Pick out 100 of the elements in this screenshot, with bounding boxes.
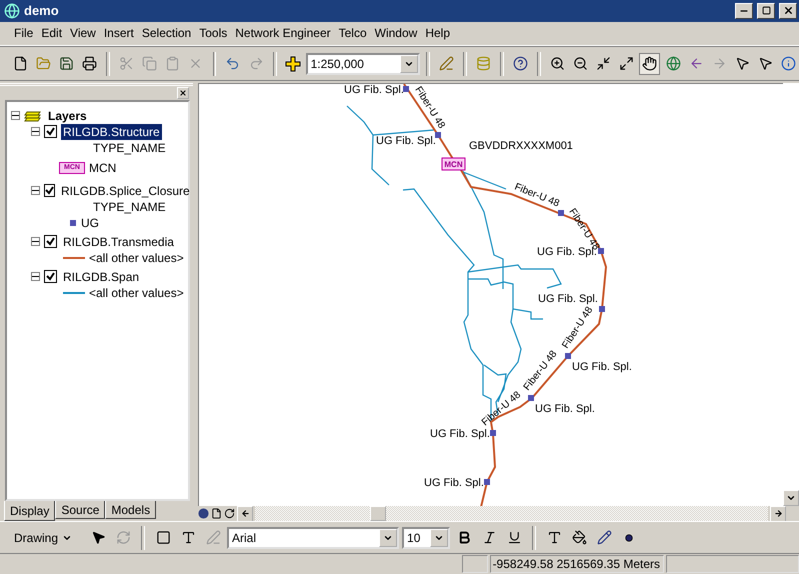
hand-icon xyxy=(642,56,658,72)
zoom-in-icon xyxy=(550,56,566,72)
layout-view-icon[interactable] xyxy=(211,508,222,520)
italic-icon xyxy=(482,530,497,546)
text-icon xyxy=(180,530,196,546)
menu-item[interactable]: Insert xyxy=(100,24,138,42)
menu-item[interactable]: Network Engineer xyxy=(231,24,335,42)
right-arrow-icon xyxy=(774,509,782,518)
refresh-icon[interactable] xyxy=(224,508,235,520)
layer-checkbox[interactable] xyxy=(44,184,55,198)
zoom-out-icon xyxy=(573,56,588,72)
legend-label: <all other values> xyxy=(89,250,184,265)
collapse-button[interactable] xyxy=(31,237,40,246)
close-button[interactable] xyxy=(177,87,189,100)
layer-name[interactable]: RILGDB.Transmedia xyxy=(61,234,176,250)
splice-label: UG Fib. Spl. xyxy=(538,293,598,306)
splice-label: UG Fib. Spl. xyxy=(344,84,404,96)
data-view-icon[interactable] xyxy=(198,508,209,520)
underline-icon xyxy=(506,530,522,546)
scroll-thumb[interactable] xyxy=(370,506,386,522)
panel-tab[interactable]: Source xyxy=(55,501,106,520)
drawing-menu[interactable]: Drawing xyxy=(10,528,76,547)
scroll-down-button[interactable] xyxy=(783,490,799,506)
page-icon xyxy=(13,56,28,72)
left-arrow-icon xyxy=(240,509,250,518)
check-icon xyxy=(45,186,54,196)
database-icon xyxy=(476,56,492,72)
layers-icon xyxy=(24,108,42,123)
layer-name[interactable]: RILGDB.Splice_Closure xyxy=(59,182,192,199)
restore-button[interactable] xyxy=(757,2,775,19)
splice-label: UG Fib. Spl. xyxy=(376,135,436,148)
dot-icon xyxy=(625,534,634,542)
rotate-icon xyxy=(116,530,131,546)
layer-checkbox[interactable] xyxy=(44,235,57,248)
splice-label: UG Fib. Spl. xyxy=(535,403,595,416)
layer-checkbox[interactable] xyxy=(44,270,57,284)
menu-item[interactable]: Selection xyxy=(138,24,196,42)
window-title: demo xyxy=(24,3,60,18)
splice-label: UG Fib. Spl. xyxy=(430,428,490,440)
redo-icon xyxy=(248,56,264,72)
field-name: TYPE_NAME xyxy=(93,140,166,155)
font-color-icon xyxy=(546,530,562,546)
menu-item[interactable]: Tools xyxy=(195,24,232,42)
splice-point xyxy=(490,430,496,436)
menu-item[interactable]: Telco xyxy=(334,24,371,42)
vertices-icon xyxy=(206,530,221,546)
menu-item[interactable]: Help xyxy=(421,24,454,42)
printer-icon xyxy=(82,56,98,72)
outward-arrows-icon xyxy=(619,56,634,72)
menu-item[interactable]: File xyxy=(10,24,38,42)
menu-item[interactable]: Window xyxy=(370,24,422,42)
close-icon xyxy=(179,89,187,98)
pointer-icon xyxy=(758,56,773,72)
splice-point xyxy=(558,210,564,216)
copy-icon xyxy=(142,56,158,72)
layer-checkbox[interactable] xyxy=(44,125,57,138)
splice-label: UG Fib. Spl. xyxy=(424,477,484,490)
check-icon xyxy=(46,127,55,136)
plus-icon xyxy=(285,56,302,72)
legend-label: <all other values> xyxy=(89,286,184,300)
splice-point xyxy=(403,86,409,92)
horizontal-scrollbar[interactable] xyxy=(255,506,768,522)
help-icon xyxy=(513,56,528,72)
splice-point xyxy=(598,248,604,254)
panel-tab[interactable]: Models xyxy=(105,501,156,520)
splice-point xyxy=(565,353,571,360)
collapse-button[interactable] xyxy=(31,127,40,136)
close-button[interactable] xyxy=(779,2,797,19)
coordinates-readout: -958249.58 2516569.35 Meters xyxy=(490,555,664,574)
splice-point xyxy=(435,132,441,138)
scroll-left-button[interactable] xyxy=(237,506,253,522)
font-field[interactable]: Arial xyxy=(227,526,400,549)
layers-title: Layers xyxy=(47,108,88,124)
legend-label: MCN xyxy=(89,160,116,175)
structure-symbol: MCN xyxy=(442,158,466,171)
scale-field[interactable]: 1:250,000 xyxy=(306,52,420,75)
collapse-button[interactable] xyxy=(31,186,40,196)
splice-point xyxy=(528,395,534,402)
panel-tab[interactable]: Display xyxy=(4,501,56,522)
collapse-button[interactable] xyxy=(31,272,40,282)
splice-label: UG Fib. Spl. xyxy=(572,361,632,374)
inward-arrows-icon xyxy=(596,56,612,72)
pan-button[interactable] xyxy=(639,52,660,75)
status-panel xyxy=(462,555,488,574)
field-name: TYPE_NAME xyxy=(93,200,166,214)
folder-icon xyxy=(36,56,52,72)
scroll-right-button[interactable] xyxy=(770,506,786,522)
check-icon xyxy=(46,272,55,282)
layer-name[interactable]: RILGDB.Span xyxy=(61,268,142,285)
collapse-button[interactable] xyxy=(11,111,20,120)
font-size-field[interactable]: 10 xyxy=(402,526,450,549)
menu-item[interactable]: Edit xyxy=(37,24,66,42)
clipboard-icon xyxy=(165,56,180,72)
menu-item[interactable]: View xyxy=(66,24,100,42)
paint-bucket-icon xyxy=(572,530,587,546)
structure-label: GBVDDRXXXXM001 xyxy=(469,140,573,152)
layer-name[interactable]: RILGDB.Structure xyxy=(61,124,162,140)
right-arrow-icon xyxy=(712,56,727,72)
legend-label: UG xyxy=(81,216,99,230)
minimize-button[interactable] xyxy=(735,2,753,19)
